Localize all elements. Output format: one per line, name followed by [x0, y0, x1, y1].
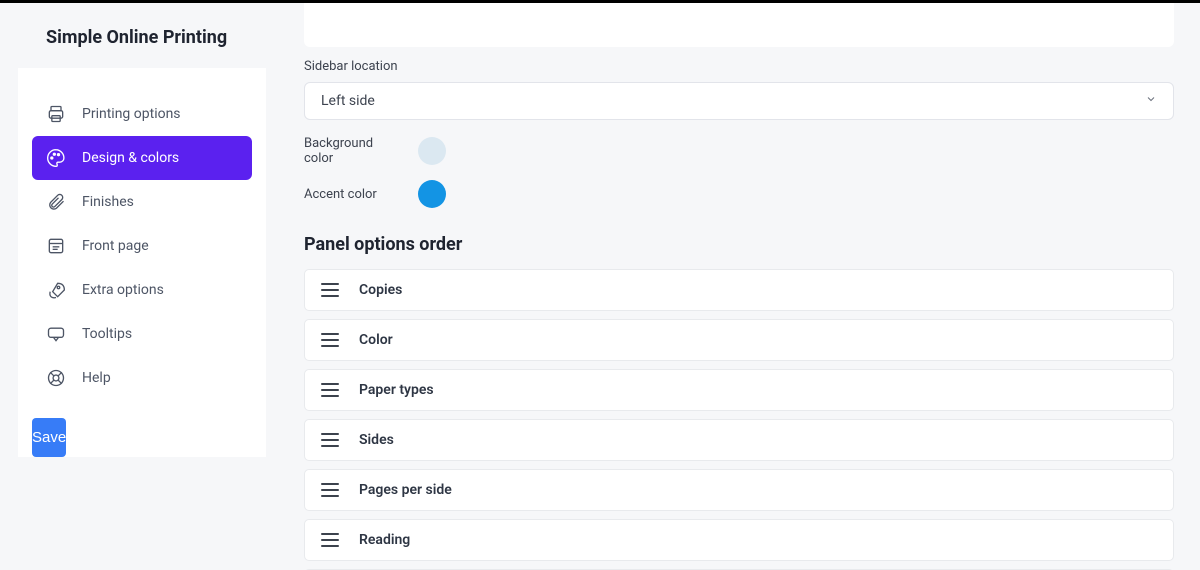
drag-handle-icon[interactable]: [321, 333, 339, 347]
panel-item[interactable]: Copies: [304, 269, 1174, 311]
sidebar-item-extra-options[interactable]: Extra options: [32, 268, 252, 312]
panel-item[interactable]: Color: [304, 319, 1174, 361]
panel-item-label: Copies: [359, 282, 402, 298]
attachment-icon: [46, 192, 66, 212]
drag-handle-icon[interactable]: [321, 283, 339, 297]
sidebar-item-finishes[interactable]: Finishes: [32, 180, 252, 224]
tooltip-icon: [46, 324, 66, 344]
sidebar-item-label: Tooltips: [82, 326, 132, 342]
sidebar-item-tooltips[interactable]: Tooltips: [32, 312, 252, 356]
frontpage-icon: [46, 236, 66, 256]
background-color-label: Background color: [304, 136, 404, 166]
sidebar-item-label: Extra options: [82, 282, 164, 298]
panel-item-label: Pages per side: [359, 482, 452, 498]
background-color-swatch[interactable]: [418, 137, 446, 165]
panel-item-label: Sides: [359, 432, 394, 448]
sidebar-item-label: Printing options: [82, 106, 181, 122]
chevron-down-icon: [1145, 93, 1157, 109]
sidebar-item-label: Front page: [82, 238, 149, 254]
drag-handle-icon[interactable]: [321, 483, 339, 497]
accent-color-label: Accent color: [304, 187, 404, 202]
panel-item[interactable]: Sides: [304, 419, 1174, 461]
sidebar-item-design-colors[interactable]: Design & colors: [32, 136, 252, 180]
select-value: Left side: [321, 93, 375, 109]
panel-order-list: Copies Color Paper types Sides Pages per…: [304, 269, 1174, 570]
sidebar-item-printing-options[interactable]: Printing options: [32, 92, 252, 136]
top-panel-placeholder: [304, 3, 1174, 47]
panel-item[interactable]: Reading: [304, 519, 1174, 561]
printer-icon: [46, 104, 66, 124]
drag-handle-icon[interactable]: [321, 533, 339, 547]
panel-item-label: Reading: [359, 532, 410, 548]
app-title: Simple Online Printing: [18, 3, 266, 68]
help-icon: [46, 368, 66, 388]
sidebar-item-front-page[interactable]: Front page: [32, 224, 252, 268]
drag-handle-icon[interactable]: [321, 433, 339, 447]
save-button[interactable]: Save: [32, 418, 66, 457]
accent-color-swatch[interactable]: [418, 180, 446, 208]
panel-item-label: Color: [359, 332, 393, 348]
sidebar-item-label: Help: [82, 370, 111, 386]
panel-item[interactable]: Paper types: [304, 369, 1174, 411]
panel-item[interactable]: Pages per side: [304, 469, 1174, 511]
panel-item-label: Paper types: [359, 382, 434, 398]
rocket-icon: [46, 280, 66, 300]
panel-order-heading: Panel options order: [304, 234, 1174, 255]
sidebar-item-label: Finishes: [82, 194, 134, 210]
drag-handle-icon[interactable]: [321, 383, 339, 397]
design-icon: [46, 148, 66, 168]
sidebar-item-help[interactable]: Help: [32, 356, 252, 400]
sidebar-location-label: Sidebar location: [304, 59, 1174, 74]
sidebar-item-label: Design & colors: [82, 150, 179, 166]
sidebar-location-select[interactable]: Left side: [304, 82, 1174, 120]
